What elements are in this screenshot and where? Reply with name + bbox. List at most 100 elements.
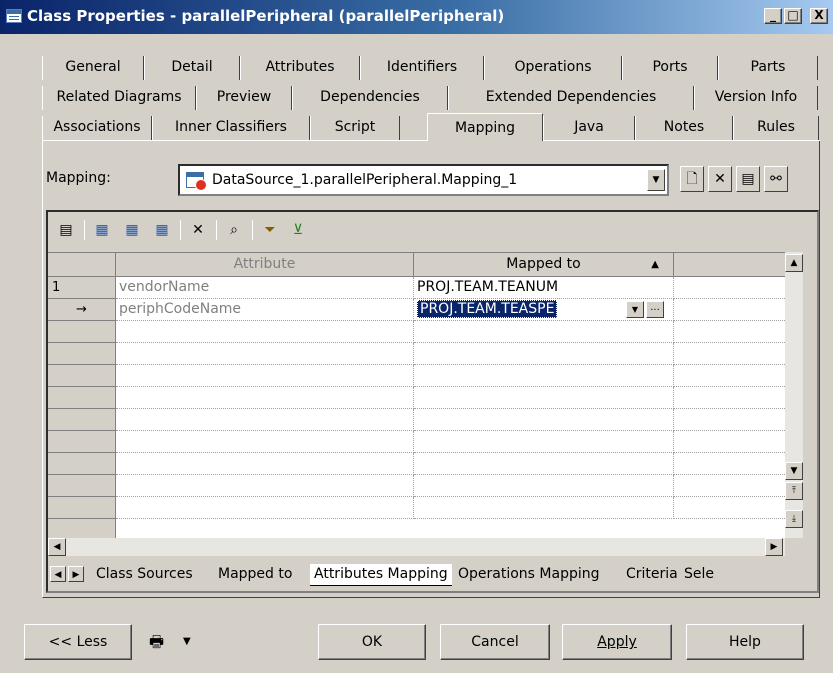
less-button[interactable]: << Less xyxy=(24,624,132,660)
cell-empty[interactable] xyxy=(414,321,674,343)
sheet-tab-criteria[interactable]: Criteria xyxy=(622,564,682,586)
minimize-button[interactable]: _ xyxy=(764,8,782,24)
row-header[interactable] xyxy=(48,497,116,519)
cancel-button[interactable]: Cancel xyxy=(440,624,550,660)
cell-empty xyxy=(674,453,785,475)
tab-preview[interactable]: Preview xyxy=(196,86,292,110)
tab-parts[interactable]: Parts xyxy=(718,56,818,80)
row-header[interactable] xyxy=(48,453,116,475)
cell-empty[interactable] xyxy=(116,475,414,497)
mapping-properties-button[interactable]: ▤ xyxy=(736,166,760,192)
tab-dependencies[interactable]: Dependencies xyxy=(292,86,448,110)
tab-java[interactable]: Java xyxy=(543,116,635,140)
row-header[interactable] xyxy=(48,387,116,409)
tab-operations[interactable]: Operations xyxy=(484,56,622,80)
cell-empty[interactable] xyxy=(414,475,674,497)
properties-icon[interactable]: ▤ xyxy=(56,220,76,240)
filter-icon[interactable]: ⏷ xyxy=(260,220,280,240)
find-icon[interactable]: ⌕ xyxy=(224,220,244,240)
scroll-top-icon[interactable]: ⤒ xyxy=(785,482,803,500)
column-header-attribute[interactable]: Attribute xyxy=(116,253,414,277)
scroll-bottom-icon[interactable]: ⤓ xyxy=(785,510,803,528)
insert-row-icon[interactable]: ▦ xyxy=(122,220,142,240)
tab-attributes[interactable]: Attributes xyxy=(240,56,360,80)
tab-ports[interactable]: Ports xyxy=(622,56,718,80)
sheet-tab-select[interactable]: Sele xyxy=(680,564,718,586)
cell-empty[interactable] xyxy=(116,343,414,365)
tab-notes[interactable]: Notes xyxy=(635,116,733,140)
vertical-scrollbar[interactable]: ▲ ▼ ⤒ ⤓ xyxy=(785,252,803,538)
tab-inner-classifiers[interactable]: Inner Classifiers xyxy=(152,116,310,140)
maximize-button[interactable]: □ xyxy=(784,8,802,24)
current-row-arrow-icon[interactable]: → xyxy=(48,299,116,321)
horizontal-scrollbar[interactable]: ◀ ▶ xyxy=(48,538,785,556)
row-header[interactable] xyxy=(48,475,116,497)
scroll-down-icon[interactable]: ▼ xyxy=(785,462,803,480)
row-header[interactable] xyxy=(48,343,116,365)
add-rows-icon[interactable]: ▦ xyxy=(92,220,112,240)
print-menu-button[interactable]: 🖶 ▼ xyxy=(138,624,208,660)
row-header[interactable] xyxy=(48,321,116,343)
sheet-tab-attributes-mapping[interactable]: Attributes Mapping xyxy=(310,564,452,586)
delete-mapping-button[interactable]: ✕ xyxy=(708,166,732,192)
cell-mapped-to-value[interactable]: PROJ.TEAM.TEASPE xyxy=(417,300,558,318)
cell-empty[interactable] xyxy=(414,387,674,409)
cell-empty[interactable] xyxy=(116,321,414,343)
tab-rules[interactable]: Rules xyxy=(733,116,819,140)
row-header[interactable] xyxy=(48,519,116,539)
cell-mapped-to-editor[interactable]: PROJ.TEAM.TEASPE ▼ ... xyxy=(414,299,674,321)
sheet-tab-operations-mapping[interactable]: Operations Mapping xyxy=(454,564,604,586)
column-header-mapped-to[interactable]: Mapped to ▲ xyxy=(414,253,674,277)
add-row-icon[interactable]: ▦ xyxy=(152,220,172,240)
filter-settings-icon[interactable]: ⊻ xyxy=(288,220,308,240)
tab-version-info[interactable]: Version Info xyxy=(694,86,818,110)
sheet-tabs: ◀ ▶ Class Sources Mapped to Attributes M… xyxy=(48,562,819,588)
cell-empty[interactable] xyxy=(414,409,674,431)
cell-empty[interactable] xyxy=(116,497,414,519)
cell-empty[interactable] xyxy=(116,409,414,431)
tab-associations[interactable]: Associations xyxy=(42,116,152,140)
cell-empty[interactable] xyxy=(116,431,414,453)
mapping-editor-button[interactable]: ⚯ xyxy=(764,166,788,192)
row-header[interactable]: 1 xyxy=(48,277,116,299)
cell-attribute[interactable]: periphCodeName xyxy=(116,299,414,321)
close-button[interactable]: X xyxy=(810,8,828,24)
cell-empty[interactable] xyxy=(116,453,414,475)
cell-empty[interactable] xyxy=(414,431,674,453)
sheet-prev-icon[interactable]: ◀ xyxy=(50,566,66,582)
cell-empty[interactable] xyxy=(116,365,414,387)
sheet-tab-class-sources[interactable]: Class Sources xyxy=(92,564,197,586)
ok-button[interactable]: OK xyxy=(318,624,426,660)
delete-icon[interactable]: ✕ xyxy=(188,220,208,240)
sheet-tab-mapped-to[interactable]: Mapped to xyxy=(214,564,296,586)
scroll-left-icon[interactable]: ◀ xyxy=(48,538,66,556)
help-button[interactable]: Help xyxy=(686,624,804,660)
cell-empty[interactable] xyxy=(414,453,674,475)
ellipsis-button[interactable]: ... xyxy=(646,301,664,318)
scroll-right-icon[interactable]: ▶ xyxy=(765,538,783,556)
cell-attribute[interactable]: vendorName xyxy=(116,277,414,299)
cell-empty[interactable] xyxy=(414,365,674,387)
tab-mapping[interactable]: Mapping xyxy=(427,113,543,141)
tab-identifiers[interactable]: Identifiers xyxy=(360,56,484,80)
cell-mapped-to[interactable]: PROJ.TEAM.TEANUM xyxy=(414,277,674,299)
cell-empty xyxy=(674,365,785,387)
row-header[interactable] xyxy=(48,409,116,431)
row-header[interactable] xyxy=(48,431,116,453)
tab-extended-dependencies[interactable]: Extended Dependencies xyxy=(448,86,694,110)
cell-empty[interactable] xyxy=(414,497,674,519)
chevron-down-icon[interactable]: ▼ xyxy=(647,169,665,191)
mapping-select[interactable]: DataSource_1.parallelPeripheral.Mapping_… xyxy=(178,164,669,196)
tab-script[interactable]: Script xyxy=(310,116,400,140)
sheet-next-icon[interactable]: ▶ xyxy=(68,566,84,582)
scroll-up-icon[interactable]: ▲ xyxy=(785,254,803,272)
create-mapping-button[interactable]: 🗋 xyxy=(680,166,704,192)
cell-empty[interactable] xyxy=(116,387,414,409)
apply-button[interactable]: Apply xyxy=(562,624,672,660)
row-header[interactable] xyxy=(48,365,116,387)
tab-detail[interactable]: Detail xyxy=(144,56,240,80)
tab-general[interactable]: General xyxy=(42,56,144,80)
cell-empty[interactable] xyxy=(414,343,674,365)
chevron-down-icon[interactable]: ▼ xyxy=(626,301,644,318)
tab-related-diagrams[interactable]: Related Diagrams xyxy=(42,86,196,110)
